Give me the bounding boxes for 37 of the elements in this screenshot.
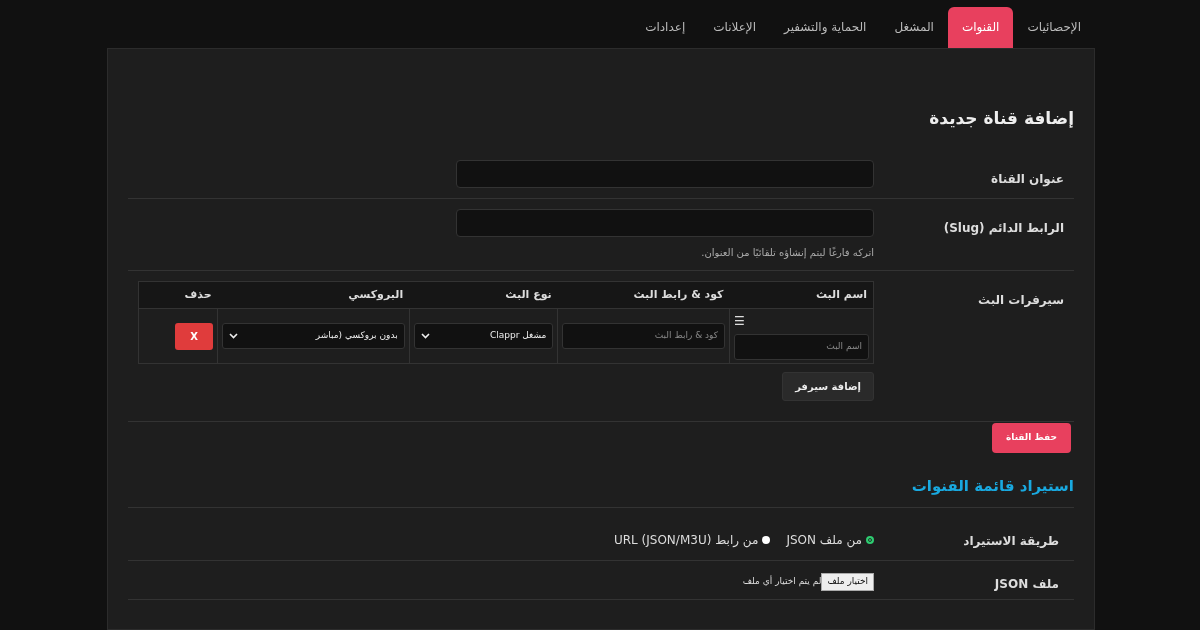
column-header: حذف	[138, 281, 218, 309]
section-title: إضافة قناة جديدة	[928, 107, 1074, 130]
column-header: كود & رابط البث	[557, 281, 730, 309]
field-label: الرابط الدائم (Slug)	[942, 219, 1065, 237]
save-channel-button[interactable]: حفظ القناة	[991, 423, 1071, 453]
proxy-dropdown[interactable]: بدون بروكسي (مباشر	[222, 323, 405, 349]
help-text: اتركه فارغًا ليتم إنشاؤه تلقائيًا من العنوان.	[700, 245, 874, 260]
type-dropdown[interactable]: مشغل Clappr	[413, 323, 554, 349]
tab[interactable]: الإعلانات	[699, 7, 771, 48]
column-header: البروكسي	[217, 281, 410, 309]
tab[interactable]: الإحصائيات	[1013, 7, 1095, 48]
code-input[interactable]: كود & رابط البث	[562, 323, 725, 349]
tab[interactable]: إعدادات	[631, 7, 700, 48]
drag-handle[interactable]: ☰	[734, 314, 745, 328]
chevron-icon	[229, 333, 239, 339]
text-input[interactable]	[456, 208, 874, 237]
radio-button[interactable]	[762, 536, 771, 544]
column-header: اسم البث	[729, 281, 874, 309]
field-label: ملف JSON	[993, 576, 1060, 593]
radio-button[interactable]	[866, 536, 874, 544]
delete-button[interactable]: X	[175, 322, 214, 350]
radio-label: من ملف JSON	[786, 532, 862, 549]
chevron-icon	[420, 333, 430, 339]
file-status: لم يتم اختيار أي ملف	[742, 575, 822, 589]
column-header: نوع البث	[409, 281, 558, 309]
add-server-button[interactable]: إضافة سيرفر	[782, 372, 874, 401]
choose-file-button[interactable]: اختيار ملف	[821, 573, 874, 591]
field-label: طريقة الاستيراد	[962, 533, 1060, 550]
field-label: عنوان القناة	[990, 170, 1065, 188]
name-input[interactable]: اسم البث	[734, 334, 869, 360]
tab[interactable]: المشغل	[880, 7, 948, 48]
radio-label: من رابط (JSON/M3U) URL	[613, 532, 759, 549]
tab[interactable]: الحماية والتشفير	[770, 7, 881, 48]
tab[interactable]: القنوات	[947, 7, 1014, 48]
field-label: سيرفرات البث	[976, 291, 1065, 309]
section-title: استيراد قائمة القنوات	[911, 476, 1074, 495]
text-input[interactable]	[456, 159, 874, 188]
